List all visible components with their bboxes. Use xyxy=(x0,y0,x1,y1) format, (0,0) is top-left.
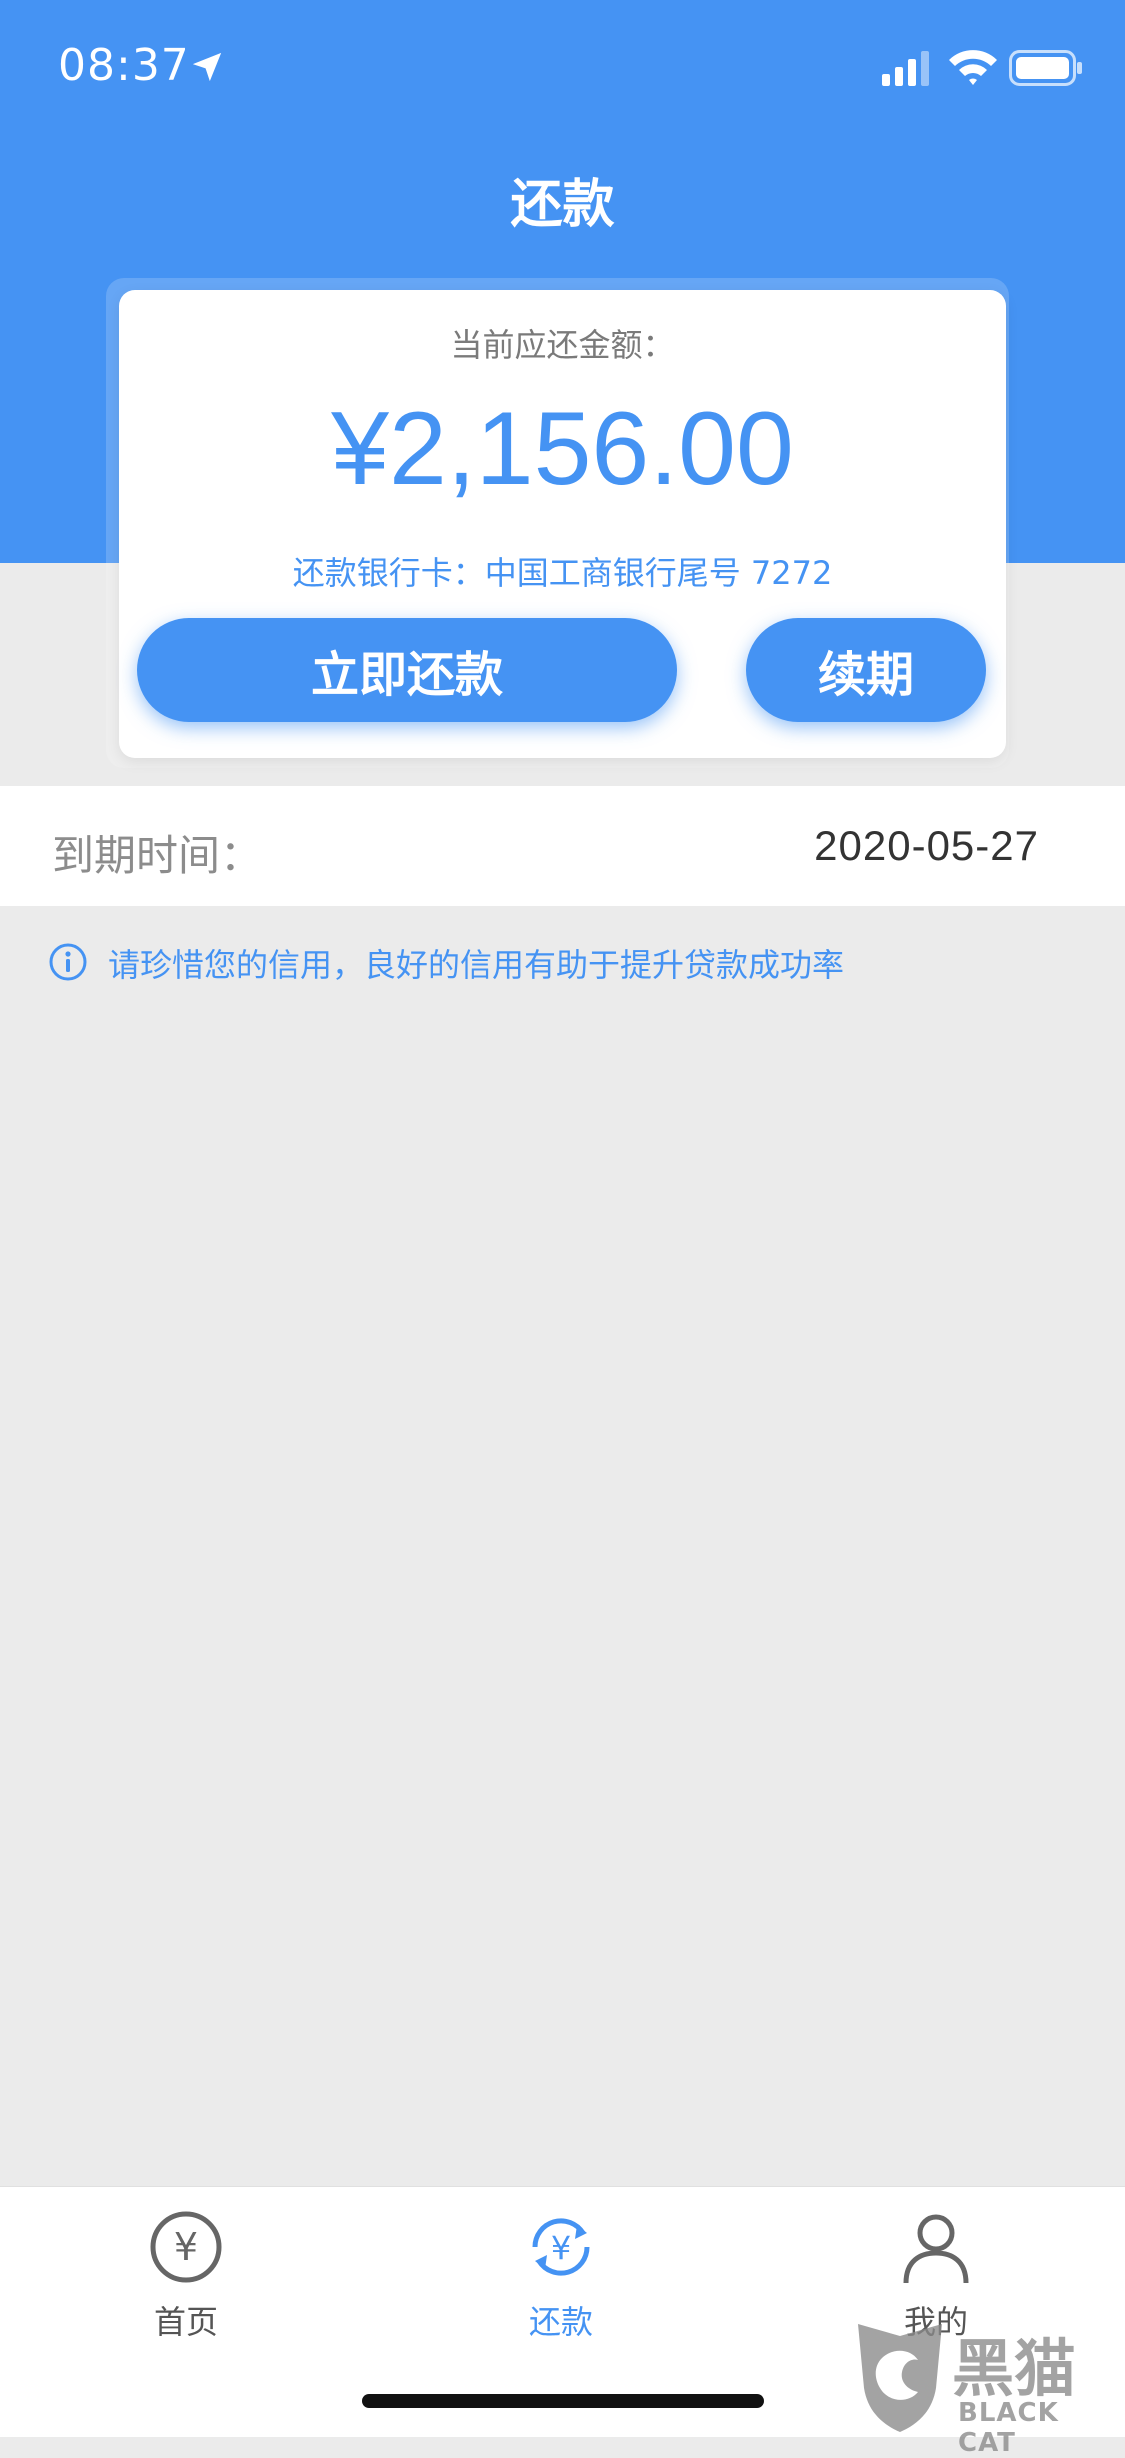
info-icon xyxy=(49,943,87,981)
home-indicator[interactable] xyxy=(362,2394,764,2408)
yen-circle-icon: ¥ xyxy=(150,2211,222,2283)
yen-refresh-icon: ¥ xyxy=(532,2218,590,2276)
amount-label: 当前应还金额： xyxy=(450,326,675,364)
svg-text:¥: ¥ xyxy=(174,2225,198,2269)
bank-card-info: 还款银行卡：中国工商银行尾号 7272 xyxy=(292,554,833,592)
page-title: 还款 xyxy=(510,175,615,235)
svg-text:¥: ¥ xyxy=(551,2229,571,2267)
black-cat-logo-icon xyxy=(858,2324,942,2432)
repayment-card: 当前应还金额： ¥2,156.00 还款银行卡：中国工商银行尾号 7272 立即… xyxy=(119,290,1006,758)
watermark-cn: 黑猫 xyxy=(952,2332,1077,2405)
due-date-row: 到期时间： 2020-05-27 xyxy=(0,786,1125,906)
wifi-icon xyxy=(949,50,997,85)
watermark: 黑猫 BLACK CAT xyxy=(852,2318,1122,2458)
battery-icon xyxy=(1009,50,1082,86)
watermark-en: BLACK CAT xyxy=(958,2398,1059,2458)
credit-notice: 请珍惜您的信用，良好的信用有助于提升贷款成功率 xyxy=(108,946,845,984)
tab-home[interactable]: ¥ 首页 xyxy=(86,2207,286,2343)
repay-now-button[interactable]: 立即还款 xyxy=(137,618,677,722)
status-time: 08:37 xyxy=(58,40,190,91)
tab-repay-label: 还款 xyxy=(528,2303,593,2341)
user-icon xyxy=(903,2214,969,2284)
signal-icon xyxy=(882,51,929,86)
renew-button[interactable]: 续期 xyxy=(746,618,986,722)
due-date-label: 到期时间： xyxy=(52,831,263,880)
tab-repay[interactable]: ¥ 还款 xyxy=(461,2207,661,2343)
tab-home-label: 首页 xyxy=(153,2303,218,2341)
amount-due: ¥2,156.00 xyxy=(331,391,794,507)
due-date-value: 2020-05-27 xyxy=(814,822,1039,869)
location-arrow-icon xyxy=(192,52,222,82)
